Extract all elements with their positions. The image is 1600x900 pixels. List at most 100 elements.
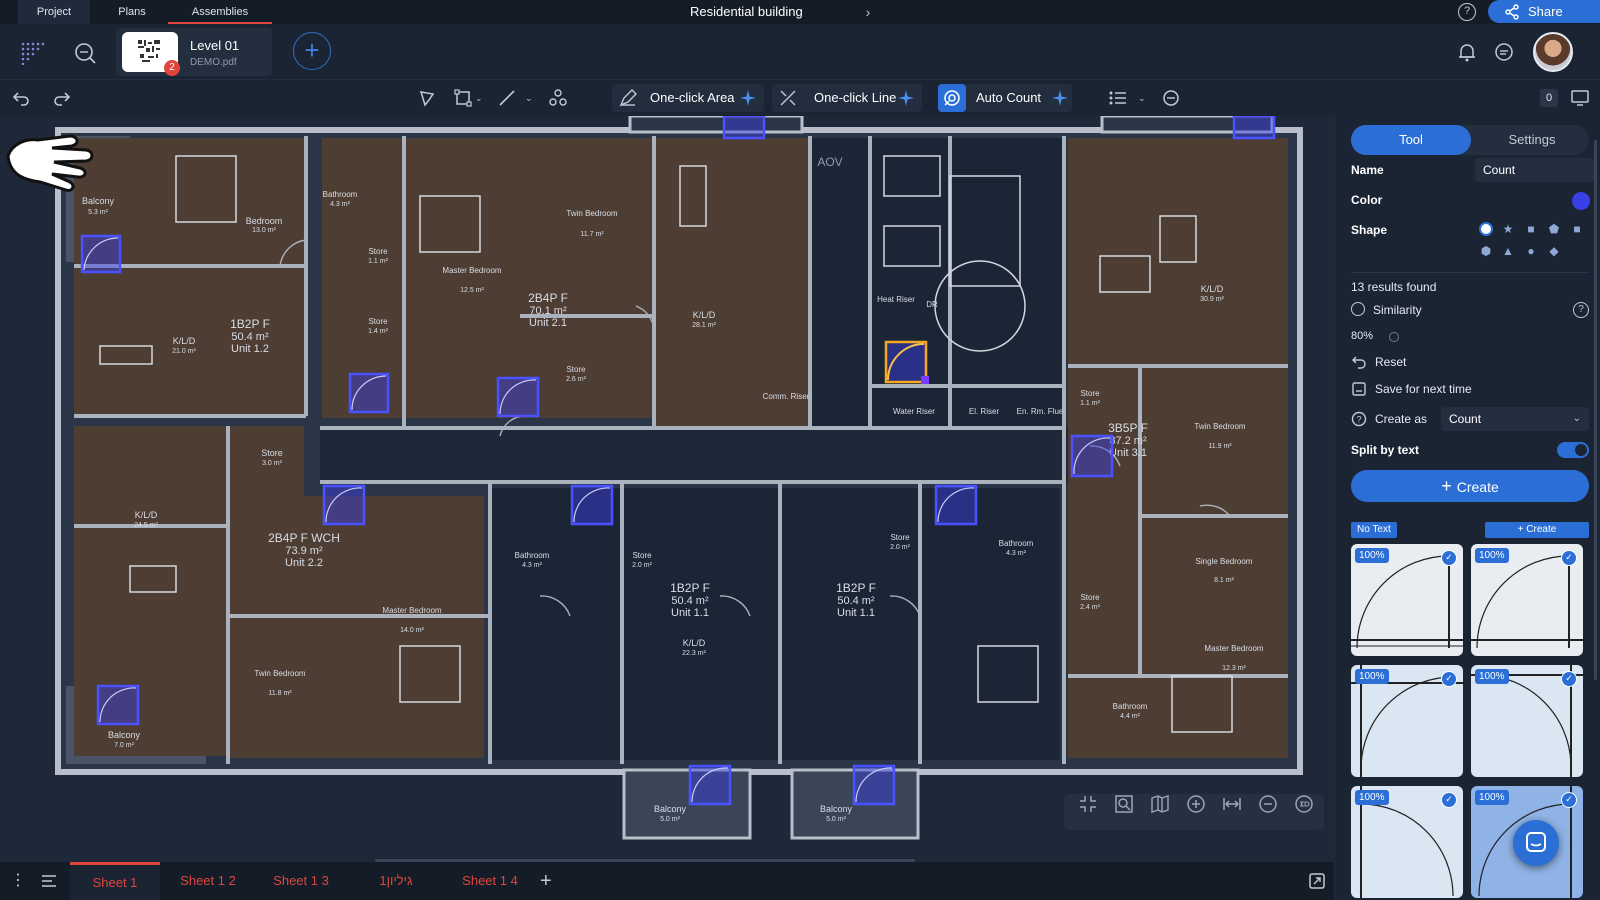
- tab-assemblies[interactable]: Assemblies: [168, 0, 272, 24]
- menu-icon[interactable]: [40, 872, 58, 890]
- one-click-line-button[interactable]: One-click Line: [772, 84, 922, 112]
- room-area: 2.4 m²: [1080, 604, 1101, 611]
- result-thumbnail[interactable]: 100% ✓: [1351, 544, 1463, 656]
- auto-count-button[interactable]: Auto Count: [938, 84, 1072, 112]
- create-button[interactable]: + Create: [1351, 470, 1589, 502]
- shape-triangle-option[interactable]: ▲: [1501, 244, 1515, 258]
- check-icon[interactable]: ✓: [1441, 550, 1457, 566]
- result-thumbnail[interactable]: 100% ✓: [1351, 665, 1463, 777]
- panel-divider: [1351, 272, 1589, 273]
- room-label: Heat Riser: [877, 295, 915, 304]
- unit-area: 70.1 m²: [529, 305, 567, 317]
- user-avatar[interactable]: [1533, 32, 1573, 72]
- count-marker: [348, 372, 390, 414]
- zoom-in-icon[interactable]: [1186, 794, 1206, 814]
- shape-hexagon-option[interactable]: ⬢: [1479, 244, 1493, 258]
- result-thumbnail[interactable]: 100% ✓: [1351, 786, 1463, 898]
- notification-bell-icon[interactable]: [1456, 41, 1478, 63]
- name-input[interactable]: Count: [1475, 158, 1595, 182]
- monitor-icon[interactable]: [1570, 88, 1590, 108]
- shape-square-option[interactable]: ■: [1524, 222, 1538, 236]
- tab-settings[interactable]: Settings: [1475, 125, 1589, 155]
- toggle-knob: [1575, 444, 1587, 456]
- 3d-view-icon[interactable]: [1294, 794, 1314, 814]
- one-click-area-button[interactable]: One-click Area: [612, 84, 764, 112]
- zoom-area-icon[interactable]: [1114, 794, 1134, 814]
- plus-icon: +: [1441, 476, 1457, 496]
- apps-grid-icon[interactable]: [20, 41, 44, 65]
- ai-sparkle-icon: [1052, 90, 1068, 106]
- reset-button[interactable]: Reset: [1375, 355, 1406, 369]
- room-area: 7.0 m²: [114, 742, 135, 749]
- chevron-down-icon[interactable]: ⌄: [525, 90, 535, 106]
- save-for-next-time-button[interactable]: Save for next time: [1375, 382, 1472, 396]
- similarity-slider[interactable]: [1389, 332, 1399, 342]
- fit-width-icon[interactable]: [1222, 794, 1242, 814]
- shape-rounded-square-option[interactable]: ■: [1570, 222, 1584, 236]
- shape-circle-option[interactable]: [1479, 222, 1493, 236]
- line-tool-icon[interactable]: [497, 88, 517, 108]
- count-tool-icon[interactable]: [548, 88, 568, 108]
- check-icon[interactable]: ✓: [1561, 792, 1577, 808]
- sheet-tab[interactable]: גיליון1: [350, 862, 442, 900]
- help-icon[interactable]: ?: [1458, 3, 1476, 21]
- check-icon[interactable]: ✓: [1561, 550, 1577, 566]
- chevron-down-icon[interactable]: ⌄: [1138, 90, 1148, 106]
- collapse-icon[interactable]: [1078, 794, 1098, 814]
- unit-area: 87.2 m²: [1109, 435, 1147, 447]
- comment-tool-icon[interactable]: [1161, 88, 1181, 108]
- split-by-text-toggle[interactable]: [1557, 442, 1589, 458]
- result-thumbnail[interactable]: 100% ✓: [1471, 665, 1583, 777]
- room-area: 1.1 m²: [368, 258, 389, 265]
- color-swatch[interactable]: [1572, 192, 1590, 210]
- polygon-tool-icon[interactable]: [417, 88, 437, 108]
- undo-icon[interactable]: [11, 88, 31, 108]
- redo-icon[interactable]: [52, 88, 72, 108]
- check-icon[interactable]: ✓: [1441, 792, 1457, 808]
- drawing-canvas[interactable]: Balcony 5.3 m² Bedroom 13.0 m² Bathroom …: [0, 116, 1334, 862]
- add-sheet-button[interactable]: +: [293, 32, 331, 70]
- sheet-tab[interactable]: Sheet 1: [70, 862, 160, 900]
- book-icon[interactable]: [1150, 794, 1170, 814]
- shape-star-option[interactable]: ★: [1501, 222, 1515, 236]
- sheet-tab[interactable]: Sheet 1 4: [446, 862, 534, 900]
- room-area: 2.0 m²: [890, 544, 911, 551]
- minimap-icon[interactable]: [1308, 872, 1326, 890]
- zoom-out-icon[interactable]: [1258, 794, 1278, 814]
- room-label: Single Bedroom: [1196, 557, 1253, 566]
- sheet-tab[interactable]: Sheet 1 2: [164, 862, 252, 900]
- shape-pentagon-option[interactable]: ⬟: [1547, 222, 1561, 236]
- room-area: 4.3 m²: [1006, 550, 1027, 557]
- check-icon[interactable]: ✓: [1441, 671, 1457, 687]
- similarity-value: 80%: [1351, 330, 1374, 342]
- create-group-button[interactable]: + Create: [1485, 522, 1589, 538]
- check-icon[interactable]: ✓: [1561, 671, 1577, 687]
- panel-scrollbar[interactable]: [1594, 140, 1597, 680]
- room-area: 1.4 m²: [368, 328, 389, 335]
- document-title[interactable]: Residential building: [690, 0, 803, 24]
- more-vertical-icon[interactable]: ⋮: [10, 872, 28, 890]
- tab-tool[interactable]: Tool: [1351, 125, 1471, 155]
- support-chat-button[interactable]: [1513, 820, 1559, 866]
- floor-plan[interactable]: Balcony 5.3 m² Bedroom 13.0 m² Bathroom …: [0, 116, 1334, 862]
- auto-count-panel: Tool Settings Name Count Color Shape ★ ■…: [1334, 116, 1600, 900]
- sheet-bar: 2 Level 01 DEMO.pdf +: [0, 24, 1600, 80]
- list-view-icon[interactable]: [1108, 88, 1128, 108]
- search-sheets-icon[interactable]: [73, 41, 97, 65]
- tab-plans[interactable]: Plans: [96, 0, 168, 24]
- current-sheet-card[interactable]: 2 Level 01 DEMO.pdf: [116, 28, 272, 76]
- shape-diamond-option[interactable]: ◆: [1547, 244, 1561, 258]
- result-thumbnail[interactable]: 100% ✓: [1471, 544, 1583, 656]
- shape-dot-option[interactable]: ●: [1524, 244, 1538, 258]
- similarity-help-icon[interactable]: ?: [1573, 302, 1589, 318]
- chevron-down-icon[interactable]: ⌄: [475, 90, 485, 106]
- room-area: 12.3 m²: [1222, 665, 1246, 672]
- create-as-select[interactable]: Count ⌄: [1441, 407, 1589, 431]
- comments-icon[interactable]: [1493, 41, 1515, 63]
- rectangle-tool-icon[interactable]: [453, 88, 473, 108]
- add-sheet-tab-button[interactable]: +: [540, 870, 552, 893]
- chevron-right-icon[interactable]: ›: [860, 4, 876, 20]
- tab-project[interactable]: Project: [18, 0, 90, 24]
- share-button[interactable]: Share: [1488, 0, 1600, 23]
- sheet-tab[interactable]: Sheet 1 3: [256, 862, 346, 900]
